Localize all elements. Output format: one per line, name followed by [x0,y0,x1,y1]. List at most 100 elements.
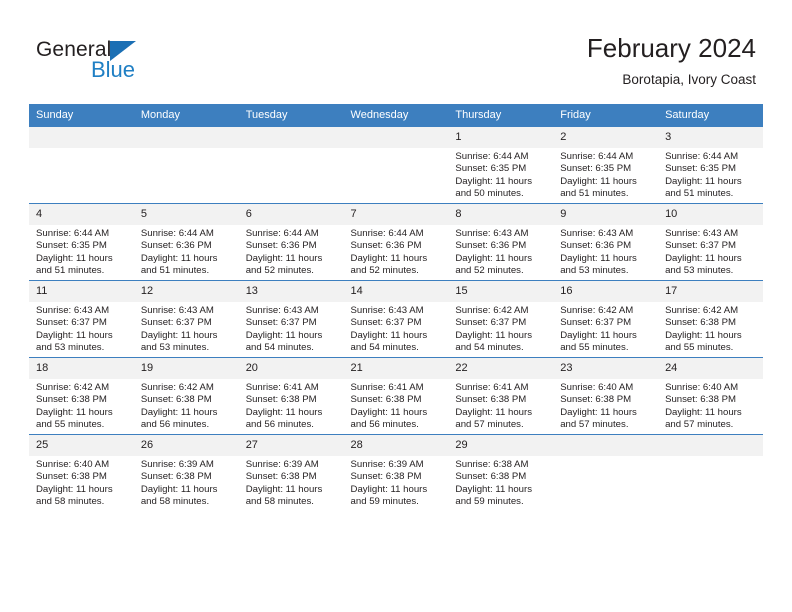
day-daylight-line: Daylight: 11 hours [560,252,637,264]
day-number: 16 [553,281,659,302]
day-sunrise-line: Sunrise: 6:41 AM [245,382,319,393]
day-number: 28 [343,435,449,456]
calendar-day-cell-empty [343,127,449,204]
day-sunrise-line: Sunrise: 6:44 AM [245,228,319,239]
calendar-day-cell[interactable]: 28 Sunrise: 6:39 AM Sunset: 6:38 PM Dayligh… [343,434,449,511]
calendar-week-row: 25 Sunrise: 6:40 AM Sunset: 6:38 PM Dayligh… [29,434,763,511]
calendar-day-cell[interactable]: 29 Sunrise: 6:38 AM Sunset: 6:38 PM Dayligh… [448,434,554,511]
calendar-day-cell[interactable]: 27 Sunrise: 6:39 AM Sunset: 6:38 PM Dayligh… [238,434,344,511]
calendar-day-cell[interactable]: 17 Sunrise: 6:42 AM Sunset: 6:38 PM Dayligh… [658,280,763,358]
calendar-day-cell[interactable]: 25 Sunrise: 6:40 AM Sunset: 6:38 PM Dayligh… [29,434,134,511]
day-sunrise-line: Sunrise: 6:42 AM [665,305,739,316]
calendar-page: General Blue February 2024 Borotapia, Iv… [0,0,792,612]
day-daylight-line: Daylight: 11 hours [665,406,742,418]
day-daylight-line: Daylight: 11 hours [665,175,742,187]
calendar-day-cell[interactable]: 3 Sunrise: 6:44 AM Sunset: 6:35 PM Daylight… [658,127,763,204]
calendar-day-cell[interactable]: 10 Sunrise: 6:43 AM Sunset: 6:37 PM Dayligh… [658,203,763,281]
calendar-day-cell[interactable]: 16 Sunrise: 6:42 AM Sunset: 6:37 PM Dayligh… [553,280,659,358]
day-number [29,127,134,148]
calendar-day-cell-empty [658,434,763,511]
calendar-day-cell[interactable]: 8 Sunrise: 6:43 AM Sunset: 6:36 PM Daylight… [448,203,554,281]
calendar-day-cell[interactable]: 12 Sunrise: 6:43 AM Sunset: 6:37 PM Dayligh… [133,280,239,358]
day-details: Sunrise: 6:44 AM Sunset: 6:36 PM Daylight:… [239,225,344,278]
calendar-day-cell[interactable]: 13 Sunrise: 6:43 AM Sunset: 6:37 PM Dayligh… [238,280,344,358]
calendar-day-cell[interactable]: 24 Sunrise: 6:40 AM Sunset: 6:38 PM Dayligh… [658,357,763,435]
day-daylight-line: and 51 minutes. [560,188,629,200]
calendar-day-cell[interactable]: 11 Sunrise: 6:43 AM Sunset: 6:37 PM Dayligh… [29,280,134,358]
day-details: Sunrise: 6:44 AM Sunset: 6:35 PM Daylight:… [448,148,553,201]
day-sunset-line: Sunset: 6:38 PM [665,317,736,329]
day-number: 21 [343,358,449,379]
day-sunset-line: Sunset: 6:36 PM [245,240,317,252]
calendar-body: 1 Sunrise: 6:44 AM Sunset: 6:35 PM Daylight… [29,127,763,511]
calendar-week-row: 11 Sunrise: 6:43 AM Sunset: 6:37 PM Dayligh… [29,280,763,358]
day-daylight-line: and 56 minutes. [350,419,419,431]
day-sunset-line: Sunset: 6:37 PM [36,317,107,329]
calendar-day-cell[interactable]: 14 Sunrise: 6:43 AM Sunset: 6:37 PM Dayligh… [343,280,449,358]
weekday-header-wednesday: Wednesday [343,104,449,127]
calendar-day-cell[interactable]: 19 Sunrise: 6:42 AM Sunset: 6:38 PM Dayligh… [133,357,239,435]
calendar-day-cell[interactable]: 26 Sunrise: 6:39 AM Sunset: 6:38 PM Dayligh… [133,434,239,511]
calendar-day-cell-empty [29,127,134,204]
calendar-day-cell[interactable]: 21 Sunrise: 6:41 AM Sunset: 6:38 PM Dayligh… [343,357,449,435]
day-daylight-line: Daylight: 11 hours [455,483,532,495]
day-details: Sunrise: 6:40 AM Sunset: 6:38 PM Daylight:… [29,456,134,509]
calendar-day-cell[interactable]: 1 Sunrise: 6:44 AM Sunset: 6:35 PM Daylight… [448,127,554,204]
calendar-day-cell[interactable]: 9 Sunrise: 6:43 AM Sunset: 6:36 PM Daylight… [553,203,659,281]
day-sunrise-line: Sunrise: 6:43 AM [665,228,739,239]
day-sunrise-line: Sunrise: 6:43 AM [560,228,634,239]
day-number: 5 [133,204,239,225]
day-number: 20 [238,358,344,379]
day-daylight-line: and 57 minutes. [455,419,524,431]
day-daylight-line: and 52 minutes. [455,265,524,277]
calendar-day-cell[interactable]: 2 Sunrise: 6:44 AM Sunset: 6:35 PM Daylight… [553,127,659,204]
calendar-week-row: 4 Sunrise: 6:44 AM Sunset: 6:35 PM Daylight… [29,203,763,281]
weekday-header-sunday: Sunday [29,104,134,127]
day-sunrise-line: Sunrise: 6:42 AM [560,305,634,316]
day-daylight-line: and 57 minutes. [560,419,629,431]
calendar-day-cell[interactable]: 23 Sunrise: 6:40 AM Sunset: 6:38 PM Dayligh… [553,357,659,435]
day-daylight-line: Daylight: 11 hours [245,406,323,418]
page-header: General Blue February 2024 Borotapia, Iv… [0,0,792,100]
calendar-day-cell[interactable]: 4 Sunrise: 6:44 AM Sunset: 6:35 PM Daylight… [29,203,134,281]
calendar-day-cell[interactable]: 15 Sunrise: 6:42 AM Sunset: 6:37 PM Dayligh… [448,280,554,358]
day-details: Sunrise: 6:43 AM Sunset: 6:36 PM Daylight:… [553,225,658,278]
page-title: February 2024 [586,33,756,63]
day-daylight-line: and 53 minutes. [36,342,105,354]
day-daylight-line: Daylight: 11 hours [455,329,532,341]
day-daylight-line: and 54 minutes. [455,342,524,354]
day-daylight-line: and 54 minutes. [245,342,314,354]
day-details: Sunrise: 6:40 AM Sunset: 6:38 PM Daylight:… [658,379,763,432]
day-sunset-line: Sunset: 6:38 PM [350,471,422,483]
day-sunset-line: Sunset: 6:38 PM [245,471,317,483]
calendar-day-cell[interactable]: 5 Sunrise: 6:44 AM Sunset: 6:36 PM Daylight… [133,203,239,281]
day-daylight-line: Daylight: 11 hours [350,483,428,495]
day-number: 1 [448,127,554,148]
calendar-day-cell[interactable]: 18 Sunrise: 6:42 AM Sunset: 6:38 PM Dayligh… [29,357,134,435]
calendar-day-cell[interactable]: 22 Sunrise: 6:41 AM Sunset: 6:38 PM Dayligh… [448,357,554,435]
day-daylight-line: Daylight: 11 hours [665,252,742,264]
day-number: 15 [448,281,554,302]
weekday-header-row: Sunday Monday Tuesday Wednesday Thursday… [29,104,763,127]
day-sunset-line: Sunset: 6:37 PM [350,317,422,329]
calendar-day-cell[interactable]: 6 Sunrise: 6:44 AM Sunset: 6:36 PM Daylight… [238,203,344,281]
day-number: 24 [658,358,763,379]
day-details: Sunrise: 6:40 AM Sunset: 6:38 PM Daylight:… [553,379,658,432]
day-sunrise-line: Sunrise: 6:44 AM [455,151,529,162]
day-sunrise-line: Sunrise: 6:41 AM [455,382,529,393]
day-number: 23 [553,358,659,379]
general-blue-logo[interactable]: General Blue [36,38,216,90]
day-details: Sunrise: 6:39 AM Sunset: 6:38 PM Daylight:… [239,456,344,509]
calendar-day-cell[interactable]: 7 Sunrise: 6:44 AM Sunset: 6:36 PM Daylight… [343,203,449,281]
day-sunset-line: Sunset: 6:36 PM [350,240,422,252]
logo-text-blue: Blue [91,57,136,82]
day-details: Sunrise: 6:44 AM Sunset: 6:36 PM Daylight:… [134,225,239,278]
day-daylight-line: and 55 minutes. [665,342,734,354]
day-number: 14 [343,281,449,302]
calendar-day-cell[interactable]: 20 Sunrise: 6:41 AM Sunset: 6:38 PM Dayligh… [238,357,344,435]
day-daylight-line: and 52 minutes. [350,265,419,277]
day-daylight-line: Daylight: 11 hours [455,406,532,418]
day-daylight-line: Daylight: 11 hours [36,483,113,495]
day-sunrise-line: Sunrise: 6:40 AM [665,382,739,393]
day-sunrise-line: Sunrise: 6:43 AM [36,305,110,316]
